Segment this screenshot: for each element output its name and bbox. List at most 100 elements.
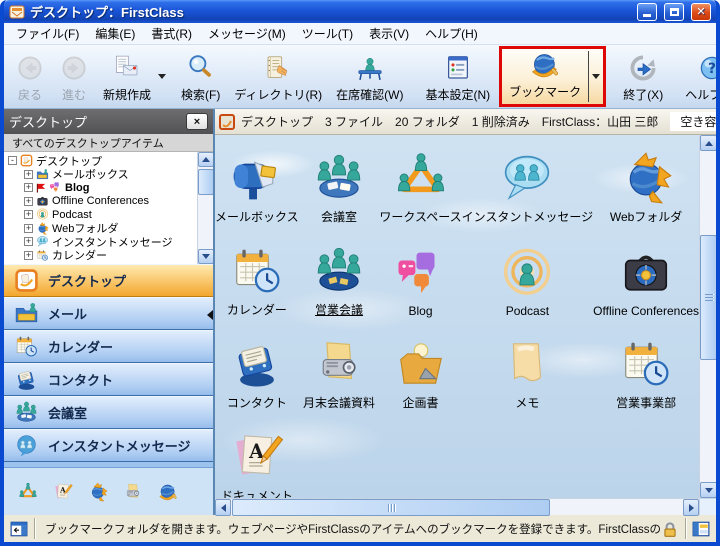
presentation-icon[interactable] [123, 482, 143, 502]
bookmark-globe-icon[interactable] [158, 482, 178, 502]
workspace-icon[interactable] [18, 482, 38, 502]
calendar-clock-icon [618, 335, 674, 393]
sidebar-panel-title: デスクトップ [9, 112, 87, 131]
tree-scrollbar[interactable] [197, 152, 213, 264]
sidebar-filter-bar[interactable]: すべてのデスクトップアイテム [4, 134, 213, 152]
item-proposal[interactable]: 企画書 [379, 323, 461, 416]
item-memo[interactable]: メモ [462, 323, 594, 416]
new-button[interactable]: 新規作成 [96, 46, 158, 107]
collapse-expander-icon[interactable]: - [8, 156, 17, 165]
presence-button[interactable]: 在席確認(W) [329, 46, 410, 107]
menu-format[interactable]: 書式(R) [143, 23, 200, 44]
expand-expander-icon[interactable]: + [24, 210, 33, 219]
exit-button[interactable]: 終了(X) [616, 46, 670, 107]
bookmark-dropdown[interactable] [589, 49, 603, 104]
minimize-button[interactable] [637, 3, 657, 21]
menu-tools[interactable]: ツール(T) [294, 23, 361, 44]
item-label: 月末会議資料 [303, 394, 375, 411]
tree-item-offline-conferences[interactable]: + Offline Conferences [8, 195, 195, 209]
item-offline-conferences[interactable]: Offline Conferences [593, 230, 699, 323]
scroll-right-button[interactable] [683, 499, 699, 516]
menu-edit[interactable]: 編集(E) [87, 23, 143, 44]
sidebar-item-instant-message[interactable]: インスタントメッセージ [4, 429, 213, 462]
item-sales-meeting[interactable]: 営業会議 [299, 230, 380, 323]
menu-help[interactable]: ヘルプ(H) [417, 23, 486, 44]
scroll-up-button[interactable] [198, 152, 213, 167]
bookmark-button[interactable]: ブックマーク [502, 49, 588, 104]
sidebar-item-conferences[interactable]: 会議室 [4, 396, 213, 429]
item-conference-room[interactable]: 会議室 [299, 137, 380, 230]
nav-label: コンタクト [48, 370, 113, 389]
expand-expander-icon[interactable]: + [24, 197, 33, 206]
sidebar-item-mail[interactable]: メール [4, 297, 213, 330]
calendar-icon [14, 334, 39, 359]
item-monthly-meeting-docs[interactable]: 月末会議資料 [299, 323, 380, 416]
maximize-icon [670, 8, 679, 16]
item-sales-department[interactable]: 営業事業部 [593, 323, 699, 416]
panel-close-button[interactable]: × [186, 113, 208, 130]
sidebar: デスクトップ × すべてのデスクトップアイテム - デスクトップ + メールボッ… [4, 109, 215, 515]
new-dropdown[interactable] [158, 46, 166, 107]
forward-button[interactable]: 進む [52, 46, 96, 107]
sidebar-item-contacts[interactable]: コンタクト [4, 363, 213, 396]
sidebar-item-calendar[interactable]: カレンダー [4, 330, 213, 363]
item-label: 営業会議 [315, 301, 363, 318]
item-contacts[interactable]: コンタクト [215, 323, 299, 416]
close-icon: ✕ [696, 5, 705, 18]
menu-view[interactable]: 表示(V) [361, 23, 417, 44]
proposal-folder-icon [393, 335, 449, 393]
item-mailbox[interactable]: メールボックス [215, 137, 299, 230]
status-bar: ブックマークフォルダを開きます。ウェブページやFirstClassのアイテムへの… [4, 515, 716, 542]
directory-button[interactable]: ディレクトリ(R) [227, 46, 329, 107]
directory-label: ディレクトリ(R) [234, 86, 322, 103]
sidebar-collapse-arrow-icon[interactable] [207, 310, 213, 320]
preferences-button[interactable]: 基本設定(N) [419, 46, 498, 107]
vertical-scrollbar[interactable] [699, 135, 716, 498]
horizontal-scrollbar[interactable] [215, 498, 699, 515]
calendar-icon [36, 249, 49, 262]
help-button[interactable]: ? ヘルプ(H) [678, 46, 720, 107]
tree-item-blog[interactable]: + Blog [8, 181, 195, 195]
layout-icon[interactable] [692, 520, 710, 538]
nav-label: デスクトップ [48, 271, 126, 290]
item-instant-message[interactable]: インスタントメッセージ [462, 137, 594, 230]
scroll-down-button[interactable] [198, 249, 213, 264]
expand-expander-icon[interactable]: + [24, 183, 33, 192]
item-podcast[interactable]: Podcast [462, 230, 594, 323]
scroll-down-button[interactable] [700, 482, 717, 498]
menubar: ファイル(F) 編集(E) 書式(R) メッセージ(M) ツール(T) 表示(V… [4, 23, 716, 45]
item-label: インスタントメッセージ [462, 208, 594, 225]
search-button[interactable]: 検索(F) [174, 46, 227, 107]
item-blog[interactable]: Blog [379, 230, 461, 323]
expand-expander-icon[interactable]: + [24, 170, 33, 179]
scrollbar-thumb[interactable] [198, 169, 213, 195]
exit-label: 終了(X) [623, 86, 663, 103]
scrollbar-thumb[interactable] [700, 235, 717, 360]
tree-item-mailbox[interactable]: + メールボックス [8, 168, 195, 182]
item-documents[interactable]: A ドキュメント [215, 416, 299, 498]
scroll-up-button[interactable] [700, 135, 717, 151]
close-button[interactable]: ✕ [691, 3, 711, 21]
expand-expander-icon[interactable]: + [24, 237, 33, 246]
scroll-left-button[interactable] [215, 499, 231, 516]
item-webfolder[interactable]: Webフォルダ [593, 137, 699, 230]
panel-toggle-icon[interactable] [10, 520, 28, 538]
item-calendar[interactable]: カレンダー [215, 230, 299, 323]
titlebar[interactable]: デスクトップ：FirstClass ✕ [4, 0, 716, 23]
back-button[interactable]: 戻る [8, 46, 52, 107]
documents-icon[interactable]: A [53, 482, 73, 502]
sidebar-item-desktop[interactable]: デスクトップ [4, 264, 213, 297]
item-label: メモ [515, 394, 539, 411]
expand-expander-icon[interactable]: + [24, 224, 33, 233]
item-workspace[interactable]: ワークスペース [379, 137, 461, 230]
tree-item-calendar[interactable]: + カレンダー [8, 249, 195, 263]
expand-expander-icon[interactable]: + [24, 251, 33, 260]
web-folder-icon[interactable] [88, 482, 108, 502]
main-header: デスクトップ 3 ファイル 20 フォルダ 1 削除済み FirstClass：… [215, 109, 716, 135]
menu-file[interactable]: ファイル(F) [8, 23, 87, 44]
maximize-button[interactable] [664, 3, 684, 21]
blog-icon [49, 181, 62, 194]
flag-icon [36, 183, 46, 193]
scrollbar-thumb[interactable] [232, 499, 550, 516]
menu-message[interactable]: メッセージ(M) [200, 23, 294, 44]
